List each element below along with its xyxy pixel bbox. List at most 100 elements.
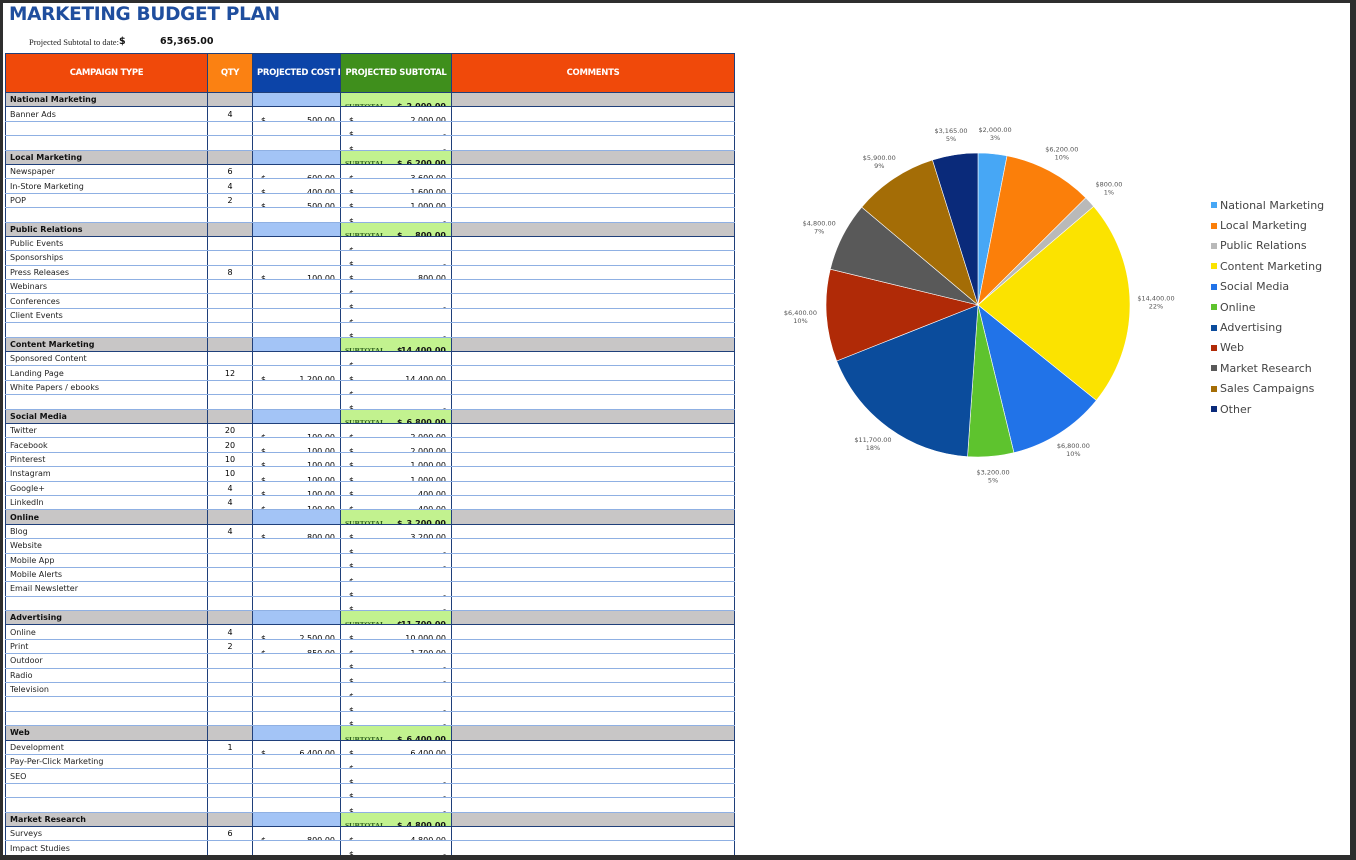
legend-item[interactable]: Online <box>1211 297 1324 317</box>
comments-cell[interactable] <box>451 581 735 597</box>
item-cost-cell[interactable] <box>252 293 341 309</box>
legend-item[interactable]: Local Marketing <box>1211 215 1324 235</box>
item-qty[interactable] <box>207 351 253 367</box>
comments-cell[interactable] <box>451 538 735 554</box>
item-name[interactable] <box>5 322 208 338</box>
comments-cell[interactable] <box>451 552 735 568</box>
comments-cell[interactable] <box>451 235 735 252</box>
item-cost-cell[interactable] <box>252 552 341 568</box>
item-name[interactable]: POP <box>5 192 208 209</box>
comments-cell[interactable] <box>451 336 735 353</box>
category-cost-cell[interactable] <box>252 811 341 827</box>
item-subtotal-cell[interactable]: $ - <box>340 394 452 410</box>
item-name[interactable] <box>5 595 208 612</box>
comments-cell[interactable] <box>451 293 735 309</box>
item-subtotal-cell[interactable]: $400.00 <box>340 494 452 511</box>
header-projected-subtotal[interactable]: PROJECTED SUBTOTAL <box>340 53 452 93</box>
item-cost-cell[interactable]: $800.00 <box>252 825 341 842</box>
header-comments[interactable]: COMMENTS <box>451 53 735 93</box>
item-subtotal-cell[interactable]: $ - <box>340 696 452 712</box>
item-name[interactable] <box>5 696 208 712</box>
item-qty[interactable]: 2 <box>207 638 253 655</box>
category-qty-cell[interactable] <box>207 811 253 827</box>
item-cost-cell[interactable] <box>252 710 341 727</box>
item-qty[interactable]: 1 <box>207 739 253 755</box>
item-cost-cell[interactable] <box>252 566 341 583</box>
category-name[interactable]: Online <box>5 509 208 525</box>
comments-cell[interactable] <box>451 307 735 324</box>
item-subtotal-cell[interactable]: $14,400.00 <box>340 365 452 381</box>
item-qty[interactable]: 8 <box>207 264 253 281</box>
item-name[interactable]: Landing Page <box>5 365 208 381</box>
category-subtotal-cell[interactable]: SUBTOTAL $14,400.00 <box>340 336 452 353</box>
item-name[interactable]: Impact Studies <box>5 840 208 855</box>
category-subtotal-cell[interactable]: SUBTOTAL $6,800.00 <box>340 408 452 424</box>
item-name[interactable] <box>5 710 208 727</box>
item-qty[interactable] <box>207 250 253 266</box>
item-qty[interactable] <box>207 538 253 554</box>
comments-cell[interactable] <box>451 466 735 482</box>
header-campaign-type[interactable]: CAMPAIGN TYPE <box>5 53 208 93</box>
item-subtotal-cell[interactable]: $ - <box>340 566 452 583</box>
item-subtotal-cell[interactable]: $ - <box>340 235 452 252</box>
item-name[interactable]: Google+ <box>5 480 208 496</box>
legend-item[interactable]: Sales Campaigns <box>1211 379 1324 399</box>
item-name[interactable]: Online <box>5 624 208 640</box>
category-subtotal-cell[interactable]: SUBTOTAL $800.00 <box>340 221 452 237</box>
item-qty[interactable] <box>207 581 253 597</box>
item-subtotal-cell[interactable]: $400.00 <box>340 480 452 496</box>
comments-cell[interactable] <box>451 811 735 827</box>
item-cost-cell[interactable]: $500.00 <box>252 192 341 209</box>
legend-item[interactable]: Other <box>1211 399 1324 419</box>
item-name[interactable]: Press Releases <box>5 264 208 281</box>
item-subtotal-cell[interactable]: $4,800.00 <box>340 825 452 842</box>
category-qty-cell[interactable] <box>207 91 253 108</box>
item-name[interactable]: Surveys <box>5 825 208 842</box>
item-subtotal-cell[interactable]: $3,200.00 <box>340 523 452 540</box>
category-qty-cell[interactable] <box>207 408 253 424</box>
item-cost-cell[interactable] <box>252 782 341 799</box>
comments-cell[interactable] <box>451 322 735 338</box>
item-name[interactable] <box>5 782 208 799</box>
item-cost-cell[interactable]: $850.00 <box>252 638 341 655</box>
item-name[interactable]: Radio <box>5 667 208 684</box>
comments-cell[interactable] <box>451 710 735 727</box>
item-qty[interactable] <box>207 595 253 612</box>
item-name[interactable]: White Papers / ebooks <box>5 379 208 396</box>
comments-cell[interactable] <box>451 753 735 770</box>
item-qty[interactable]: 4 <box>207 523 253 540</box>
category-cost-cell[interactable] <box>252 509 341 525</box>
comments-cell[interactable] <box>451 149 735 165</box>
comments-cell[interactable] <box>451 782 735 799</box>
category-subtotal-cell[interactable]: SUBTOTAL $4,800.00 <box>340 811 452 827</box>
item-qty[interactable] <box>207 797 253 813</box>
header-qty[interactable]: QTY <box>207 53 253 93</box>
item-qty[interactable] <box>207 307 253 324</box>
item-subtotal-cell[interactable]: $ - <box>340 250 452 266</box>
comments-cell[interactable] <box>451 351 735 367</box>
item-subtotal-cell[interactable]: $1,000.00 <box>340 451 452 468</box>
category-cost-cell[interactable] <box>252 610 341 626</box>
comments-cell[interactable] <box>451 379 735 396</box>
item-subtotal-cell[interactable]: $ - <box>340 307 452 324</box>
comments-cell[interactable] <box>451 250 735 266</box>
item-cost-cell[interactable] <box>252 768 341 784</box>
category-cost-cell[interactable] <box>252 725 341 741</box>
item-subtotal-cell[interactable]: $1,000.00 <box>340 466 452 482</box>
legend-item[interactable]: Advertising <box>1211 317 1324 337</box>
item-name[interactable]: SEO <box>5 768 208 784</box>
item-name[interactable]: Pay-Per-Click Marketing <box>5 753 208 770</box>
comments-cell[interactable] <box>451 120 735 137</box>
comments-cell[interactable] <box>451 523 735 540</box>
item-subtotal-cell[interactable]: $ - <box>340 797 452 813</box>
comments-cell[interactable] <box>451 840 735 855</box>
item-qty[interactable]: 20 <box>207 437 253 453</box>
item-qty[interactable] <box>207 235 253 252</box>
item-name[interactable]: Blog <box>5 523 208 540</box>
item-subtotal-cell[interactable]: $ - <box>340 293 452 309</box>
item-qty[interactable]: 10 <box>207 466 253 482</box>
item-qty[interactable] <box>207 667 253 684</box>
item-name[interactable] <box>5 797 208 813</box>
item-qty[interactable] <box>207 840 253 855</box>
item-name[interactable]: Mobile Alerts <box>5 566 208 583</box>
